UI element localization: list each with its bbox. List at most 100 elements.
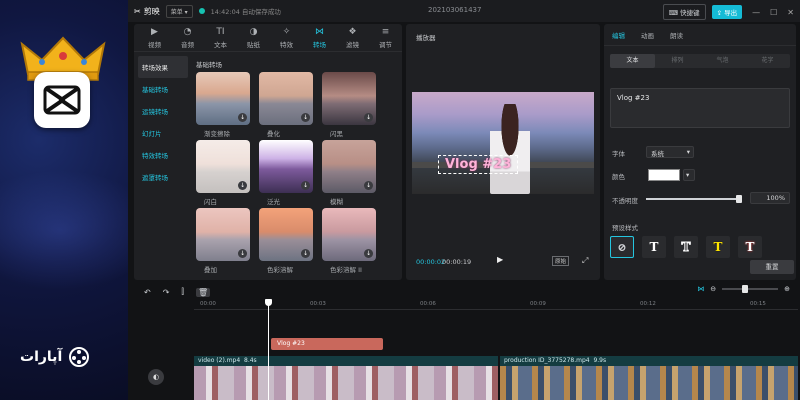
category-effect[interactable]: 特效转场 (138, 144, 188, 166)
zoom-slider[interactable] (722, 285, 779, 293)
video-track: video (2).mp4 8.4s production ID_3775278… (194, 356, 798, 400)
category-camera[interactable]: 运镜转场 (138, 100, 188, 122)
opacity-slider-fill (646, 198, 742, 200)
tab-effects[interactable]: ✧ 特效 (270, 24, 303, 51)
category-transition-effects[interactable]: 转场效果 (138, 56, 188, 78)
aparat-logo-icon (69, 347, 90, 367)
download-icon[interactable]: ↓ (364, 249, 373, 258)
autosave-time: 14:42:04 (210, 8, 240, 16)
preset-outline[interactable]: T (674, 236, 698, 258)
download-icon[interactable]: ↓ (238, 181, 247, 190)
transition-item[interactable]: ↓ 闪黑 (322, 72, 376, 138)
zoom-out-icon[interactable]: ⊖ (710, 285, 716, 293)
play-icon[interactable]: ▶ (497, 255, 507, 265)
autosave-status: 14:42:04 自动保存成功 (211, 6, 281, 16)
video-preview[interactable]: Vlog #23 (412, 92, 594, 194)
redo-icon[interactable]: ↷ (163, 288, 170, 297)
transition-item[interactable]: ↓ 叠加 (196, 208, 250, 274)
opacity-slider-handle[interactable] (736, 195, 742, 203)
delete-icon[interactable]: 🗑 (195, 287, 211, 297)
transition-thumbnail[interactable]: ↓ (259, 140, 313, 193)
subtab-bubble[interactable]: 气泡 (700, 54, 745, 68)
download-icon[interactable]: ↓ (301, 249, 310, 258)
font-select[interactable]: 系统 ▾ (646, 146, 694, 158)
download-icon[interactable]: ↓ (238, 249, 247, 258)
download-icon[interactable]: ↓ (238, 113, 247, 122)
transition-item[interactable]: ↓ 模糊 (322, 140, 376, 206)
playhead[interactable] (268, 302, 269, 400)
reset-button[interactable]: 重置 (750, 260, 794, 274)
category-basic[interactable]: 基础转场 (138, 78, 188, 100)
transition-item[interactable]: ↓ 渐变擦除 (196, 72, 250, 138)
clip-duration: 9.9s (593, 357, 607, 364)
text-clip[interactable]: Vlog #23 (271, 338, 383, 350)
app-logo: ✂ 剪映 (134, 6, 160, 17)
preset-red-glow[interactable]: T (738, 236, 762, 258)
tab-label: 贴纸 (247, 40, 260, 49)
transition-item[interactable]: ↓ 泛光 (259, 140, 313, 206)
caption-overlay[interactable]: Vlog #23 (438, 155, 519, 174)
transition-thumbnail[interactable]: ↓ (196, 140, 250, 193)
fullscreen-icon[interactable]: ⤢ (582, 256, 588, 266)
menu-dropdown[interactable]: 菜单 ▾ (165, 4, 193, 18)
transition-item[interactable]: ↓ 色彩溶解 (259, 208, 313, 274)
transition-thumbnail[interactable]: ↓ (322, 140, 376, 193)
color-swatch[interactable] (648, 169, 680, 181)
tab-adjust[interactable]: ≡ 调节 (369, 24, 402, 51)
tab-sticker[interactable]: ◑ 贴纸 (237, 24, 270, 51)
maximize-icon[interactable]: ☐ (770, 8, 777, 17)
transition-item[interactable]: ↓ 闪白 (196, 140, 250, 206)
color-dropdown[interactable]: ▾ (683, 169, 695, 181)
tab-transition[interactable]: ⋈ 转场 (303, 24, 336, 51)
close-icon[interactable]: ✕ (787, 8, 794, 17)
opacity-value[interactable]: 100% (750, 192, 790, 204)
tab-video[interactable]: ▶ 视频 (138, 24, 171, 51)
preset-white[interactable]: T (642, 236, 666, 258)
capcut-logo-icon (34, 72, 90, 128)
category-mask[interactable]: 遮罩转场 (138, 166, 188, 188)
transition-thumbnail[interactable]: ↓ (196, 72, 250, 125)
tab-audio[interactable]: ◔ 音频 (171, 24, 204, 51)
tab-read-aloud[interactable]: 朗读 (670, 30, 683, 40)
editor-window: ✂ 剪映 菜单 ▾ 14:42:04 自动保存成功 202103061437 ⌨… (128, 0, 800, 400)
transition-thumbnail[interactable]: ↓ (259, 72, 313, 125)
download-icon[interactable]: ↓ (364, 181, 373, 190)
preset-yellow[interactable]: T (706, 236, 730, 258)
video-clip-1[interactable]: video (2).mp4 8.4s (194, 356, 498, 400)
category-slideshow[interactable]: 幻灯片 (138, 122, 188, 144)
tab-animation[interactable]: 动画 (641, 30, 654, 40)
transition-item[interactable]: ↓ 叠化 (259, 72, 313, 138)
zoom-in-icon[interactable]: ⊕ (784, 285, 790, 293)
text-content-input[interactable]: Vlog #23 (610, 88, 790, 128)
opacity-slider[interactable] (646, 195, 742, 203)
download-icon[interactable]: ↓ (364, 113, 373, 122)
transition-thumbnail[interactable]: ↓ (259, 208, 313, 261)
snap-icon[interactable]: ⋈ (697, 285, 704, 293)
track-audio-icon[interactable]: ◐ (148, 369, 164, 385)
subtab-text[interactable]: 文本 (610, 54, 655, 68)
transition-thumbnail[interactable]: ↓ (322, 72, 376, 125)
transition-thumbnail[interactable]: ↓ (322, 208, 376, 261)
video-clip-2[interactable]: production ID_3775278.mp4 9.9s (500, 356, 798, 400)
shortcut-button[interactable]: ⌨ 快捷键 (662, 4, 706, 20)
minimize-icon[interactable]: — (752, 8, 760, 17)
download-icon[interactable]: ↓ (301, 113, 310, 122)
preview-subject (490, 104, 530, 194)
subtab-arrange[interactable]: 排列 (655, 54, 700, 68)
download-icon[interactable]: ↓ (301, 181, 310, 190)
export-button[interactable]: ⇪ 导出 (711, 5, 743, 19)
tab-edit[interactable]: 编辑 (612, 30, 625, 40)
transition-thumbnail[interactable]: ↓ (196, 208, 250, 261)
aparat-watermark: آپارات (20, 346, 90, 368)
ratio-button[interactable]: 原始 (552, 256, 570, 266)
split-icon[interactable]: ⫿ (181, 287, 184, 297)
tab-text[interactable]: TI 文本 (204, 24, 237, 51)
transition-item[interactable]: ↓ 色彩溶解 II (322, 208, 376, 274)
preset-none-icon[interactable]: ⊘ (610, 236, 634, 258)
tab-label: 视频 (148, 40, 161, 49)
tab-filter[interactable]: ❖ 滤镜 (336, 24, 369, 51)
zoom-slider-handle[interactable] (742, 285, 749, 293)
undo-icon[interactable]: ↶ (144, 288, 151, 297)
timeline-ruler[interactable]: 00:00 00:03 00:06 00:09 00:12 00:15 (194, 300, 798, 310)
subtab-fancy-text[interactable]: 花字 (745, 54, 790, 68)
